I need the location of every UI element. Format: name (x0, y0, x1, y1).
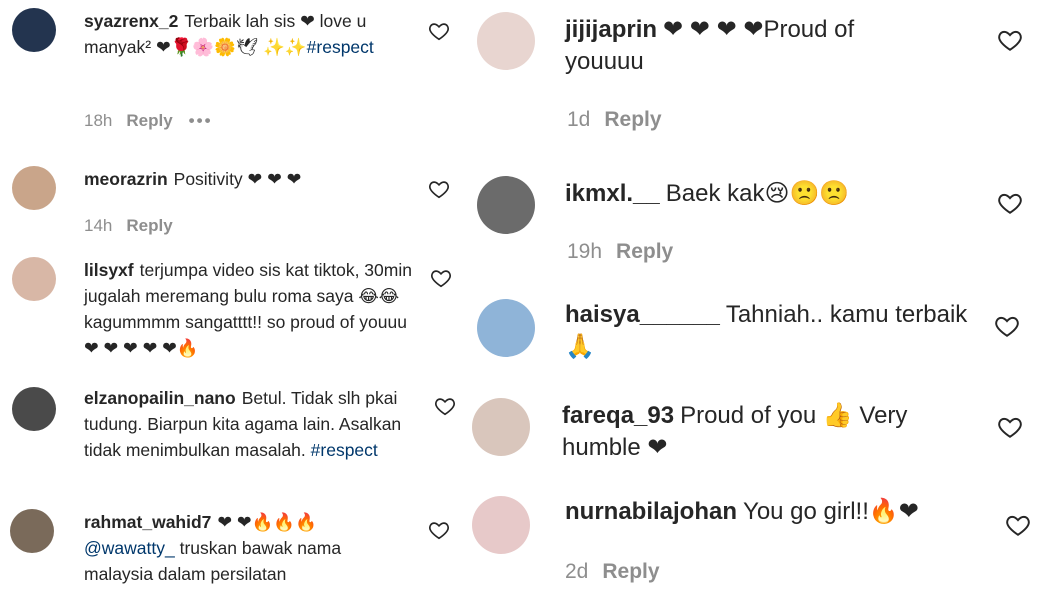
like-heart-icon[interactable] (994, 313, 1020, 339)
username[interactable]: jijijaprin (565, 16, 657, 43)
comment-meta: 18h Reply ••• (84, 111, 213, 131)
avatar[interactable] (477, 176, 535, 234)
comment-body: ❤ ❤🔥🔥🔥 (217, 512, 317, 532)
comment-text-block: ikmxl.__ Baek kak😢🙁🙁 (565, 178, 985, 210)
comment-body: Positivity ❤ ❤ ❤ (173, 169, 302, 189)
comment-text-block: haisya______ Tahniah.. kamu terbaik 🙏 (565, 299, 985, 363)
like-heart-icon[interactable] (997, 27, 1023, 53)
avatar[interactable] (12, 257, 56, 301)
like-heart-icon[interactable] (997, 414, 1023, 440)
like-heart-icon[interactable] (428, 519, 450, 541)
username[interactable]: syazrenx_2 (84, 11, 178, 31)
avatar[interactable] (472, 496, 530, 554)
comment-body: You go girl!!🔥❤ (743, 498, 919, 525)
more-options-button[interactable]: ••• (189, 111, 213, 130)
avatar[interactable] (12, 387, 56, 431)
comment-meta: 19h Reply (567, 240, 673, 264)
username[interactable]: haisya______ (565, 301, 720, 328)
avatar[interactable] (477, 299, 535, 357)
avatar[interactable] (10, 509, 54, 553)
reply-button[interactable]: Reply (616, 240, 673, 263)
username[interactable]: lilsyxf (84, 260, 134, 280)
hashtag-link[interactable]: #respect (307, 37, 374, 57)
comment-meta: 1d Reply (567, 108, 662, 132)
like-heart-icon[interactable] (1005, 512, 1031, 538)
like-heart-icon[interactable] (430, 267, 452, 289)
like-heart-icon[interactable] (997, 190, 1023, 216)
like-heart-icon[interactable] (434, 395, 456, 417)
timestamp: 18h (84, 111, 113, 130)
comment-meta: 14h Reply (84, 216, 173, 236)
timestamp: 2d (565, 560, 589, 583)
comment-text-block: rahmat_wahid7 ❤ ❤🔥🔥🔥 @wawatty_ truskan ba… (84, 509, 414, 587)
comment-meta: 2d Reply (565, 560, 660, 584)
avatar[interactable] (12, 8, 56, 52)
username[interactable]: elzanopailin_nano (84, 388, 236, 408)
timestamp: 1d (567, 108, 591, 131)
comment-text-block: meorazrin Positivity ❤ ❤ ❤ (84, 166, 414, 192)
like-heart-icon[interactable] (428, 20, 450, 42)
mention-link[interactable]: @wawatty_ (84, 538, 175, 558)
comment-text-block: syazrenx_2 Terbaik lah sis ❤ love u manya… (84, 8, 414, 60)
hashtag-link[interactable]: #respect (311, 440, 378, 460)
comment-text-block: lilsyxf terjumpa video sis kat tiktok, 30… (84, 257, 419, 361)
username[interactable]: nurnabilajohan (565, 498, 737, 525)
avatar[interactable] (472, 398, 530, 456)
comment-text-block: nurnabilajohan You go girl!!🔥❤ (565, 496, 985, 528)
reply-button[interactable]: Reply (126, 111, 172, 130)
avatar[interactable] (12, 166, 56, 210)
comment-body: Baek kak😢🙁🙁 (665, 180, 850, 207)
username[interactable]: meorazrin (84, 169, 168, 189)
comment-text-block: jijijaprin ❤ ❤ ❤ ❤Proud of youuuu (565, 14, 905, 78)
reply-button[interactable]: Reply (604, 108, 661, 131)
reply-button[interactable]: Reply (126, 216, 172, 235)
comment-text-block: elzanopailin_nano Betul. Tidak slh pkai t… (84, 385, 409, 463)
username[interactable]: rahmat_wahid7 (84, 512, 211, 532)
timestamp: 19h (567, 240, 603, 263)
comment-text-block: fareqa_93 Proud of you 👍 Very humble ❤ (562, 400, 962, 464)
reply-button[interactable]: Reply (602, 560, 659, 583)
username[interactable]: fareqa_93 (562, 402, 674, 429)
like-heart-icon[interactable] (428, 178, 450, 200)
avatar[interactable] (477, 12, 535, 70)
username[interactable]: ikmxl.__ (565, 180, 660, 207)
timestamp: 14h (84, 216, 113, 235)
